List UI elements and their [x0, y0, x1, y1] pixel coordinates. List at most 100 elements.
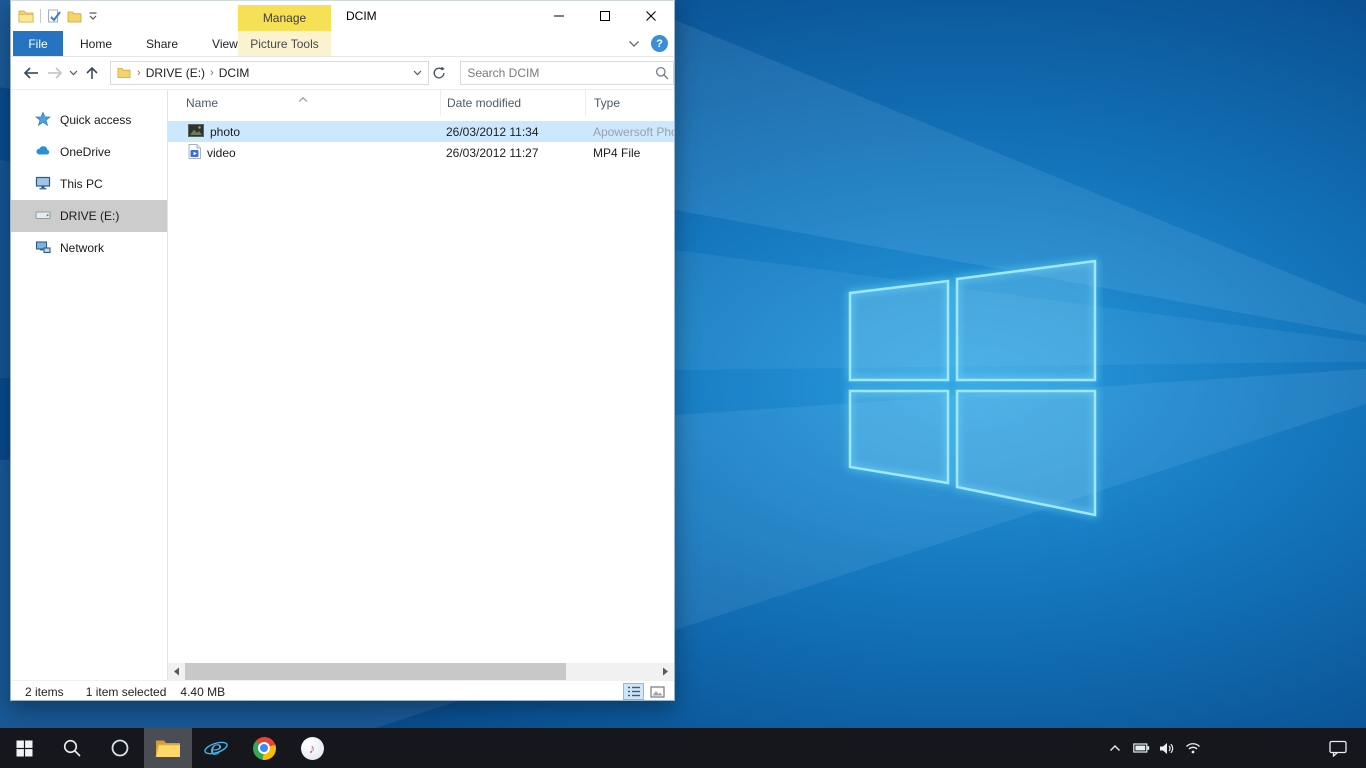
address-dropdown-chevron[interactable] [408, 62, 428, 84]
file-rows: photo 26/03/2012 11:34 Apowersoft Pho vi… [168, 121, 674, 163]
file-name: video [207, 146, 236, 160]
chrome-icon [253, 737, 276, 760]
selection-count: 1 item selected [86, 685, 167, 699]
name-cell: photo [168, 124, 440, 140]
tab-file[interactable]: File [13, 31, 63, 56]
name-cell: video [168, 144, 440, 162]
selection-size: 4.40 MB [180, 685, 225, 699]
minimize-button[interactable] [536, 1, 582, 31]
help-button[interactable]: ? [651, 35, 668, 52]
address-bar[interactable]: › DRIVE (E:) › DCIM [110, 61, 429, 85]
search-icon[interactable] [651, 66, 673, 80]
back-button[interactable] [19, 61, 43, 85]
maximize-button[interactable] [582, 1, 628, 31]
type-cell: Apowersoft Pho [585, 125, 674, 139]
status-bar: 2 items 1 item selected 4.40 MB [11, 680, 674, 702]
cortana-button[interactable] [96, 728, 144, 768]
file-list: Name Date modified Type photo [168, 90, 674, 663]
itunes-icon: ♪ [301, 737, 324, 760]
sidebar-item-this-pc[interactable]: This PC [11, 168, 167, 200]
sidebar-item-label: DRIVE (E:) [60, 209, 119, 223]
quick-access-toolbar [11, 9, 98, 23]
window-title: DCIM [346, 1, 377, 31]
tab-share[interactable]: Share [129, 31, 195, 56]
file-name: photo [210, 125, 240, 139]
up-button[interactable] [80, 61, 104, 85]
large-icons-view-button[interactable] [647, 683, 668, 700]
refresh-button[interactable] [429, 61, 451, 85]
column-header-date-modified[interactable]: Date modified [440, 90, 585, 116]
desktop: Manage DCIM File Home Share View Picture [0, 0, 1366, 768]
system-tray [1102, 728, 1366, 768]
sidebar-item-label: Quick access [60, 113, 131, 127]
view-toggles [623, 683, 668, 700]
battery-icon[interactable] [1128, 728, 1154, 768]
scrollbar-thumb[interactable] [185, 663, 566, 680]
recent-locations-chevron[interactable] [66, 61, 80, 85]
sort-ascending-caret [298, 91, 308, 105]
scroll-right-arrow[interactable] [657, 663, 674, 680]
column-headers: Name Date modified Type [168, 90, 674, 116]
network-wifi-icon[interactable] [1180, 728, 1206, 768]
date-modified-cell: 26/03/2012 11:34 [440, 125, 585, 139]
action-center-button[interactable] [1318, 728, 1358, 768]
qat-separator [40, 9, 41, 23]
type-cell: MP4 File [585, 146, 674, 160]
computer-monitor-icon [35, 175, 51, 194]
file-list-area: Name Date modified Type photo [167, 90, 674, 680]
file-explorer-window: Manage DCIM File Home Share View Picture [10, 0, 675, 701]
forward-button[interactable] [43, 61, 67, 85]
volume-icon[interactable] [1154, 728, 1180, 768]
breadcrumb-separator: › [135, 67, 143, 79]
taskbar: e ♪ [0, 728, 1366, 768]
tab-picture-tools[interactable]: Picture Tools [238, 31, 331, 56]
title-bar: Manage DCIM [11, 1, 674, 31]
taskbar-clock-area [1206, 748, 1318, 749]
breadcrumb-drive[interactable]: DRIVE (E:) [143, 66, 208, 80]
ribbon-tab-row: File Home Share View Picture Tools ? [11, 31, 674, 57]
main-area: Quick access OneDrive This PC [11, 90, 674, 680]
sidebar-item-quick-access[interactable]: Quick access [11, 104, 167, 136]
hard-drive-icon [35, 207, 51, 226]
date-modified-cell: 26/03/2012 11:27 [440, 146, 585, 160]
sidebar-item-network[interactable]: Network [11, 232, 167, 264]
navigation-pane: Quick access OneDrive This PC [11, 90, 167, 680]
explorer-app-icon [18, 9, 34, 23]
customize-qat-chevron[interactable] [88, 11, 98, 21]
sidebar-item-label: OneDrive [60, 145, 111, 159]
close-button[interactable] [628, 1, 674, 31]
address-folder-icon [117, 67, 131, 79]
quick-access-star-icon [35, 111, 51, 130]
hidden-icons-chevron[interactable] [1102, 728, 1128, 768]
scroll-left-arrow[interactable] [168, 663, 185, 680]
items-count: 2 items [25, 685, 64, 699]
svg-text:e: e [210, 736, 222, 760]
taskbar-search-button[interactable] [48, 728, 96, 768]
sidebar-item-onedrive[interactable]: OneDrive [11, 136, 167, 168]
contextual-group-label: Manage [238, 5, 331, 31]
chrome-button[interactable] [240, 728, 288, 768]
itunes-button[interactable]: ♪ [288, 728, 336, 768]
file-explorer-taskbar-button[interactable] [144, 728, 192, 768]
new-folder-button[interactable] [67, 10, 82, 23]
search-input[interactable] [461, 66, 651, 80]
start-button[interactable] [0, 728, 48, 768]
internet-explorer-button[interactable]: e [192, 728, 240, 768]
search-box [460, 61, 674, 85]
breadcrumb-dcim[interactable]: DCIM [216, 66, 253, 80]
contextual-group-text: Manage [263, 11, 306, 25]
tab-home[interactable]: Home [63, 31, 129, 56]
sidebar-item-label: This PC [60, 177, 103, 191]
sidebar-item-drive-e[interactable]: DRIVE (E:) [11, 200, 167, 232]
breadcrumb-separator: › [208, 67, 216, 79]
network-computer-icon [35, 239, 51, 258]
sidebar-item-label: Network [60, 241, 104, 255]
file-row-video[interactable]: video 26/03/2012 11:27 MP4 File [168, 142, 674, 163]
horizontal-scrollbar[interactable] [168, 663, 674, 680]
file-row-photo[interactable]: photo 26/03/2012 11:34 Apowersoft Pho [168, 121, 674, 142]
properties-button[interactable] [47, 9, 61, 23]
details-view-button[interactable] [623, 683, 644, 700]
photo-thumbnail-icon [188, 124, 204, 140]
column-header-type[interactable]: Type [585, 90, 674, 116]
expand-ribbon-chevron[interactable] [628, 37, 640, 51]
